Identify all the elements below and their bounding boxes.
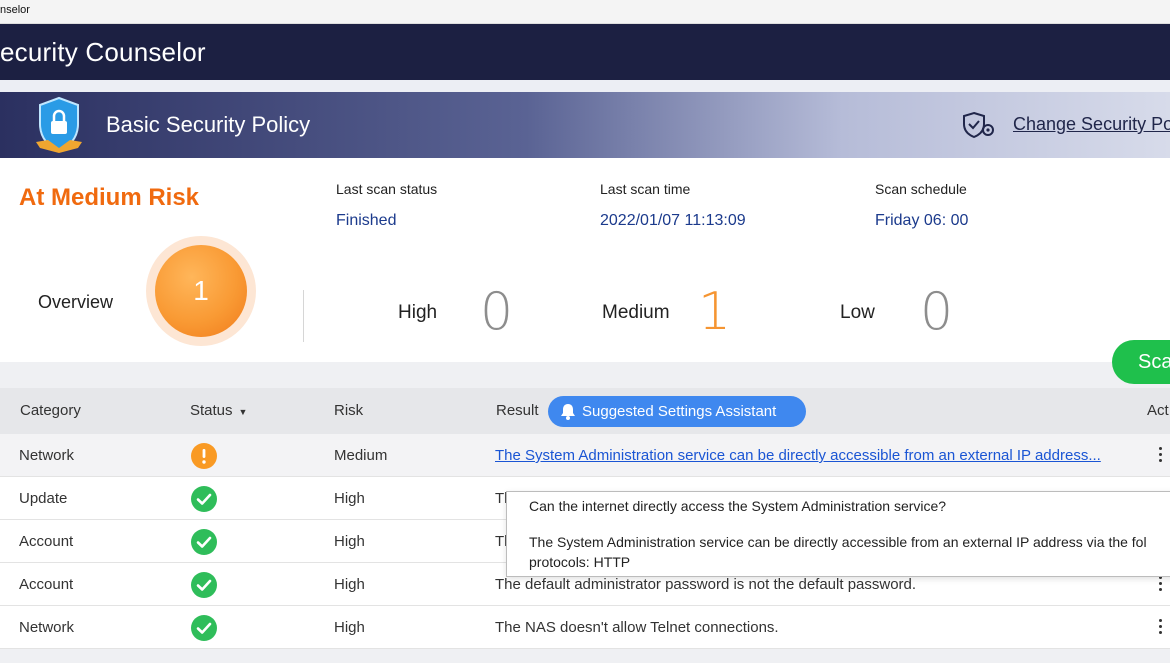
bell-icon — [561, 404, 575, 420]
policy-banner: Basic Security Policy Change Security Po — [0, 92, 1170, 158]
more-options-icon[interactable] — [1158, 576, 1164, 594]
row-risk: High — [334, 533, 365, 550]
row-category: Account — [19, 533, 74, 550]
warning-icon — [191, 443, 217, 469]
tooltip-answer-line-2: protocols: HTTP — [529, 554, 631, 570]
medium-risk-label: Medium — [602, 302, 670, 323]
tooltip-question: Can the internet directly access the Sys… — [529, 498, 947, 514]
column-header-risk: Risk — [334, 402, 364, 419]
summary-divider — [303, 290, 304, 342]
sort-down-icon[interactable]: ▼ — [239, 407, 248, 417]
scan-schedule-value: Friday 06: 00 — [875, 212, 969, 229]
last-scan-time-label: Last scan time — [600, 181, 691, 197]
risk-level-title: At Medium Risk — [19, 184, 200, 211]
row-result-link[interactable]: The System Administration service can be… — [495, 447, 1101, 464]
check-icon — [191, 572, 217, 598]
tooltip-answer-line-1: The System Administration service can be… — [529, 534, 1147, 550]
result-tooltip: Can the internet directly access the Sys… — [506, 491, 1170, 577]
more-options-icon[interactable] — [1158, 447, 1164, 465]
row-category: Account — [19, 576, 74, 593]
overview-count-badge[interactable]: 1 — [155, 245, 247, 337]
column-header-result: Result — [496, 402, 539, 419]
row-category: Network — [19, 447, 75, 464]
app-header: ecurity Counselor — [0, 24, 1170, 80]
window-title-bar: nselor — [0, 0, 1170, 24]
row-result: The default administrator password is no… — [495, 576, 917, 593]
change-security-policy-link[interactable]: Change Security Po — [1013, 114, 1170, 135]
more-options-icon[interactable] — [1158, 619, 1164, 637]
shield-lock-icon — [36, 96, 82, 153]
row-risk: High — [334, 490, 365, 507]
row-risk: Medium — [334, 447, 388, 464]
scan-summary: At Medium Risk Last scan status Finished… — [0, 168, 1170, 374]
scan-button[interactable]: Sca — [1112, 340, 1170, 384]
last-scan-status-label: Last scan status — [336, 181, 438, 197]
check-icon — [191, 486, 217, 512]
window-title: nselor — [0, 4, 30, 16]
column-header-category: Category — [20, 402, 81, 419]
row-risk: High — [334, 576, 365, 593]
column-header-action: Act — [1147, 402, 1169, 419]
column-header-status-label: Status — [190, 402, 233, 419]
suggested-settings-assistant-button[interactable]: Suggested Settings Assistant — [548, 396, 806, 427]
low-risk-label: Low — [840, 302, 875, 323]
assistant-button-label: Suggested Settings Assistant — [582, 403, 777, 420]
check-icon — [191, 615, 217, 641]
last-scan-time-value: 2022/01/07 11:13:09 — [600, 212, 746, 229]
header-separator — [0, 80, 1170, 92]
row-risk: High — [334, 619, 365, 636]
table-row[interactable]: Network High The NAS doesn't allow Telne… — [0, 606, 1170, 649]
high-risk-count[interactable]: 0 — [480, 282, 513, 342]
shield-gear-icon[interactable] — [962, 111, 996, 139]
scan-schedule-label: Scan schedule — [875, 181, 967, 197]
medium-risk-count[interactable]: 1 — [698, 282, 731, 342]
table-header: Category Status ▼ Risk Result Suggested S… — [0, 388, 1170, 434]
last-scan-status-value: Finished — [336, 212, 397, 229]
row-category: Network — [19, 619, 75, 636]
column-header-status[interactable]: Status ▼ — [190, 402, 247, 419]
check-icon — [191, 529, 217, 555]
row-result: The NAS doesn't allow Telnet connections… — [495, 619, 779, 636]
low-risk-count[interactable]: 0 — [920, 282, 953, 342]
table-row[interactable]: Network Medium The System Administration… — [0, 434, 1170, 477]
app-title: ecurity Counselor — [0, 37, 206, 67]
row-category: Update — [19, 490, 68, 507]
policy-title: Basic Security Policy — [106, 112, 311, 137]
high-risk-label: High — [398, 302, 438, 323]
overview-label: Overview — [38, 292, 114, 312]
